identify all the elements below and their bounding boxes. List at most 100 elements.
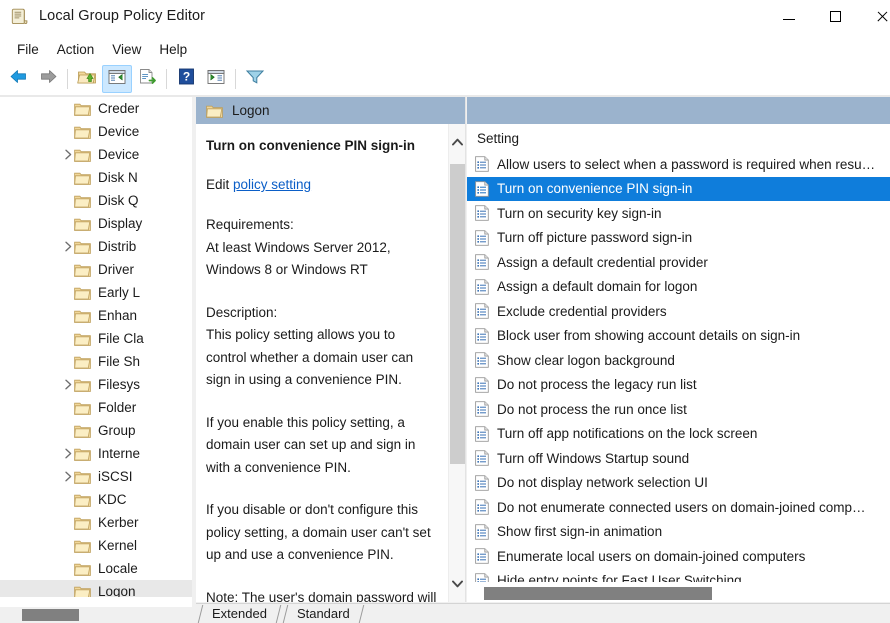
tree-item[interactable]: Display <box>0 212 192 235</box>
tree-item-label: Interne <box>98 446 141 461</box>
tree-item[interactable]: Disk N <box>0 166 192 189</box>
settings-list-row[interactable]: Turn off picture password sign-in <box>467 226 890 251</box>
tree-item-label: Locale <box>98 561 138 576</box>
settings-list-row[interactable]: Do not process the legacy run list <box>467 373 890 398</box>
settings-list[interactable]: Allow users to select when a password is… <box>467 152 890 582</box>
settings-list-row[interactable]: Do not display network selection UI <box>467 471 890 496</box>
tree-item[interactable]: Enhan <box>0 304 192 327</box>
menu-action[interactable]: Action <box>48 39 104 60</box>
export-list-button[interactable] <box>132 65 162 93</box>
tree-item[interactable]: Locale <box>0 557 192 580</box>
settings-list-row-label: Do not display network selection UI <box>497 475 708 491</box>
help-button[interactable]: ? <box>171 65 201 93</box>
policy-setting-icon <box>475 254 489 270</box>
tree-item[interactable]: File Cla <box>0 327 192 350</box>
toolbar-separator <box>235 69 236 89</box>
tree-item[interactable]: Filesys <box>0 373 192 396</box>
menu-help[interactable]: Help <box>150 39 196 60</box>
tree-item[interactable]: Kerber <box>0 511 192 534</box>
chevron-right-icon[interactable] <box>62 471 74 483</box>
folder-icon <box>74 194 91 208</box>
filter-button[interactable] <box>240 65 270 93</box>
tree-item[interactable]: iSCSI <box>0 465 192 488</box>
view-tabs: Extended Standard <box>196 603 890 623</box>
left-arrow-icon <box>9 68 28 90</box>
settings-list-row[interactable]: Do not process the run once list <box>467 397 890 422</box>
detail-vertical-scrollbar[interactable] <box>448 124 465 602</box>
menu-file[interactable]: File <box>8 39 48 60</box>
edit-prefix-label: Edit <box>206 177 234 192</box>
detail-scroll-thumb[interactable] <box>450 164 465 464</box>
settings-list-row[interactable]: Allow users to select when a password is… <box>467 152 890 177</box>
tree-item[interactable]: Interne <box>0 442 192 465</box>
folder-icon <box>206 104 223 118</box>
settings-list-row[interactable]: Turn off Windows Startup sound <box>467 446 890 471</box>
minimize-button[interactable] <box>766 0 812 32</box>
close-button[interactable] <box>858 0 890 32</box>
folder-icon <box>74 217 91 231</box>
settings-list-row[interactable]: Enumerate local users on domain-joined c… <box>467 544 890 569</box>
policy-detail-pane: Logon Turn on convenience PIN sign-in Ed… <box>196 97 466 602</box>
tab-extended[interactable]: Extended <box>196 605 281 623</box>
tree-item[interactable]: Device <box>0 120 192 143</box>
tree-item-label: Driver <box>98 262 134 277</box>
console-tree-list[interactable]: Creder Device Device Disk N Disk Q Display Dis… <box>0 97 192 597</box>
scroll-up-icon[interactable] <box>449 124 465 160</box>
tree-item[interactable]: Logon <box>0 580 192 597</box>
settings-list-row[interactable]: Turn off app notifications on the lock s… <box>467 422 890 447</box>
list-horizontal-scroll-thumb[interactable] <box>484 587 712 600</box>
tree-item-label: Distrib <box>98 239 137 254</box>
settings-list-row[interactable]: Exclude credential providers <box>467 299 890 324</box>
chevron-right-icon[interactable] <box>62 448 74 460</box>
settings-list-row[interactable]: Show first sign-in animation <box>467 520 890 545</box>
chevron-right-icon[interactable] <box>62 241 74 253</box>
pane-splitter[interactable] <box>192 97 195 623</box>
settings-list-row-label: Turn on convenience PIN sign-in <box>497 181 693 197</box>
folder-icon <box>74 286 91 300</box>
settings-list-row-label: Turn off picture password sign-in <box>497 230 693 246</box>
tree-item[interactable]: Distrib <box>0 235 192 258</box>
settings-list-row[interactable]: Turn on security key sign-in <box>467 201 890 226</box>
policy-setting-link[interactable]: policy setting <box>233 177 311 192</box>
tree-item[interactable]: Disk Q <box>0 189 192 212</box>
settings-list-row[interactable]: Do not enumerate connected users on doma… <box>467 495 890 520</box>
tree-item[interactable]: Creder <box>0 97 192 120</box>
settings-list-row-label: Allow users to select when a password is… <box>497 156 876 172</box>
tab-standard[interactable]: Standard <box>281 605 364 623</box>
right-arrow-icon <box>39 68 58 90</box>
tree-item[interactable]: File Sh <box>0 350 192 373</box>
back-button[interactable] <box>3 65 33 93</box>
column-header-label: Setting <box>477 130 520 146</box>
chevron-right-icon[interactable] <box>62 379 74 391</box>
tree-item[interactable]: Driver <box>0 258 192 281</box>
settings-list-row[interactable]: Assign a default domain for logon <box>467 275 890 300</box>
tree-item[interactable]: Early L <box>0 281 192 304</box>
list-horizontal-scrollbar[interactable] <box>467 585 890 602</box>
forward-button[interactable] <box>33 65 63 93</box>
tree-item[interactable]: Group <box>0 419 192 442</box>
maximize-button[interactable] <box>812 0 858 32</box>
tree-item[interactable]: Kernel <box>0 534 192 557</box>
tree-item[interactable]: Device <box>0 143 192 166</box>
tree-item-label: Enhan <box>98 308 138 323</box>
column-header-setting[interactable]: Setting <box>467 124 890 152</box>
chevron-right-icon[interactable] <box>62 149 74 161</box>
tree-horizontal-scroll-thumb[interactable] <box>22 609 79 621</box>
settings-list-row[interactable]: Hide entry points for Fast User Switchin… <box>467 569 890 582</box>
tree-horizontal-scrollbar[interactable] <box>0 607 192 623</box>
tree-item-label: Filesys <box>98 377 141 392</box>
settings-list-row[interactable]: Show clear logon background <box>467 348 890 373</box>
up-one-level-button[interactable] <box>72 65 102 93</box>
menu-view[interactable]: View <box>103 39 150 60</box>
policy-setting-icon <box>475 377 489 393</box>
show-hide-console-tree-button[interactable] <box>102 65 132 93</box>
settings-list-row[interactable]: Turn on convenience PIN sign-in <box>467 176 890 201</box>
show-hide-action-pane-button[interactable] <box>201 65 231 93</box>
tree-item-label: Kerber <box>98 515 139 530</box>
settings-list-row[interactable]: Assign a default credential provider <box>467 250 890 275</box>
tree-item-label: Disk Q <box>98 193 139 208</box>
scroll-down-icon[interactable] <box>449 566 465 602</box>
settings-list-row[interactable]: Block user from showing account details … <box>467 324 890 349</box>
tree-item[interactable]: KDC <box>0 488 192 511</box>
tree-item[interactable]: Folder <box>0 396 192 419</box>
